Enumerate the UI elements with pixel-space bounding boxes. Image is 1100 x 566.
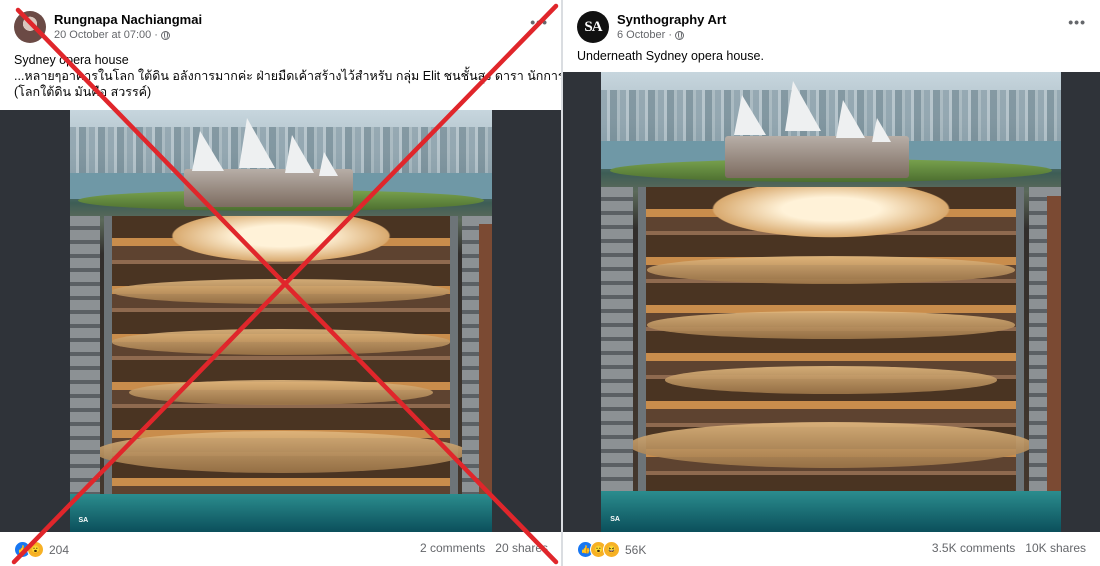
- more-options-icon[interactable]: •••: [1068, 14, 1086, 30]
- globe-icon: [160, 30, 170, 40]
- post-footer: 👍 😮 😆 56K 3.5K comments 10K shares: [577, 541, 1086, 559]
- comments-count[interactable]: 2 comments: [420, 541, 485, 555]
- reaction-count: 204: [49, 542, 70, 557]
- post-meta: 20 October at 07:00 ·: [54, 29, 170, 41]
- reactions-summary[interactable]: 👍 😮 204: [14, 541, 69, 558]
- post-image[interactable]: SA: [563, 72, 1100, 532]
- post-footer: 👍 😮 204 2 comments 20 shares: [14, 541, 548, 559]
- globe-icon: [674, 30, 684, 40]
- opera-house-cutaway-image: SA: [70, 110, 492, 532]
- post-stats: 2 comments 20 shares: [420, 541, 548, 555]
- author-avatar[interactable]: [14, 11, 46, 43]
- post-meta: 6 October ·: [617, 29, 684, 41]
- reactions-summary[interactable]: 👍 😮 😆 56K: [577, 541, 646, 558]
- image-watermark: SA: [78, 516, 89, 524]
- author-avatar[interactable]: SA: [577, 11, 609, 43]
- image-watermark: SA: [610, 515, 620, 523]
- post-text-line: Sydney opera house: [14, 53, 129, 67]
- more-options-icon[interactable]: •••: [530, 14, 548, 30]
- post-timestamp[interactable]: 6 October: [617, 29, 665, 41]
- post-text-line: (โลกใต้ดิน มันคือ สวรรค์): [14, 85, 152, 99]
- shares-count[interactable]: 10K shares: [1025, 541, 1086, 555]
- reaction-count: 56K: [625, 542, 647, 557]
- opera-house-cutaway-image: SA: [601, 72, 1061, 532]
- haha-reaction-icon: 😆: [603, 541, 620, 558]
- author-name[interactable]: Synthography Art: [617, 12, 726, 27]
- shares-count[interactable]: 20 shares: [495, 541, 548, 555]
- post-right: SA Synthography Art 6 October · ••• Unde…: [563, 0, 1100, 566]
- author-name[interactable]: Rungnapa Nachiangmai: [54, 12, 202, 27]
- wow-reaction-icon: 😮: [27, 541, 44, 558]
- post-stats: 3.5K comments 10K shares: [932, 541, 1086, 555]
- comments-count[interactable]: 3.5K comments: [932, 541, 1015, 555]
- post-text-line: ...หลายๆอาคารในโลก ใต้ดิน อลังการมากค่ะ …: [14, 69, 591, 83]
- post-header: SA Synthography Art 6 October · •••: [577, 10, 1086, 46]
- post-image[interactable]: SA: [0, 110, 562, 532]
- post-text: Underneath Sydney opera house.: [577, 49, 764, 63]
- post-left: Rungnapa Nachiangmai 20 October at 07:00…: [0, 0, 591, 566]
- post-timestamp[interactable]: 20 October at 07:00: [54, 29, 151, 41]
- post-header: Rungnapa Nachiangmai 20 October at 07:00…: [14, 10, 548, 46]
